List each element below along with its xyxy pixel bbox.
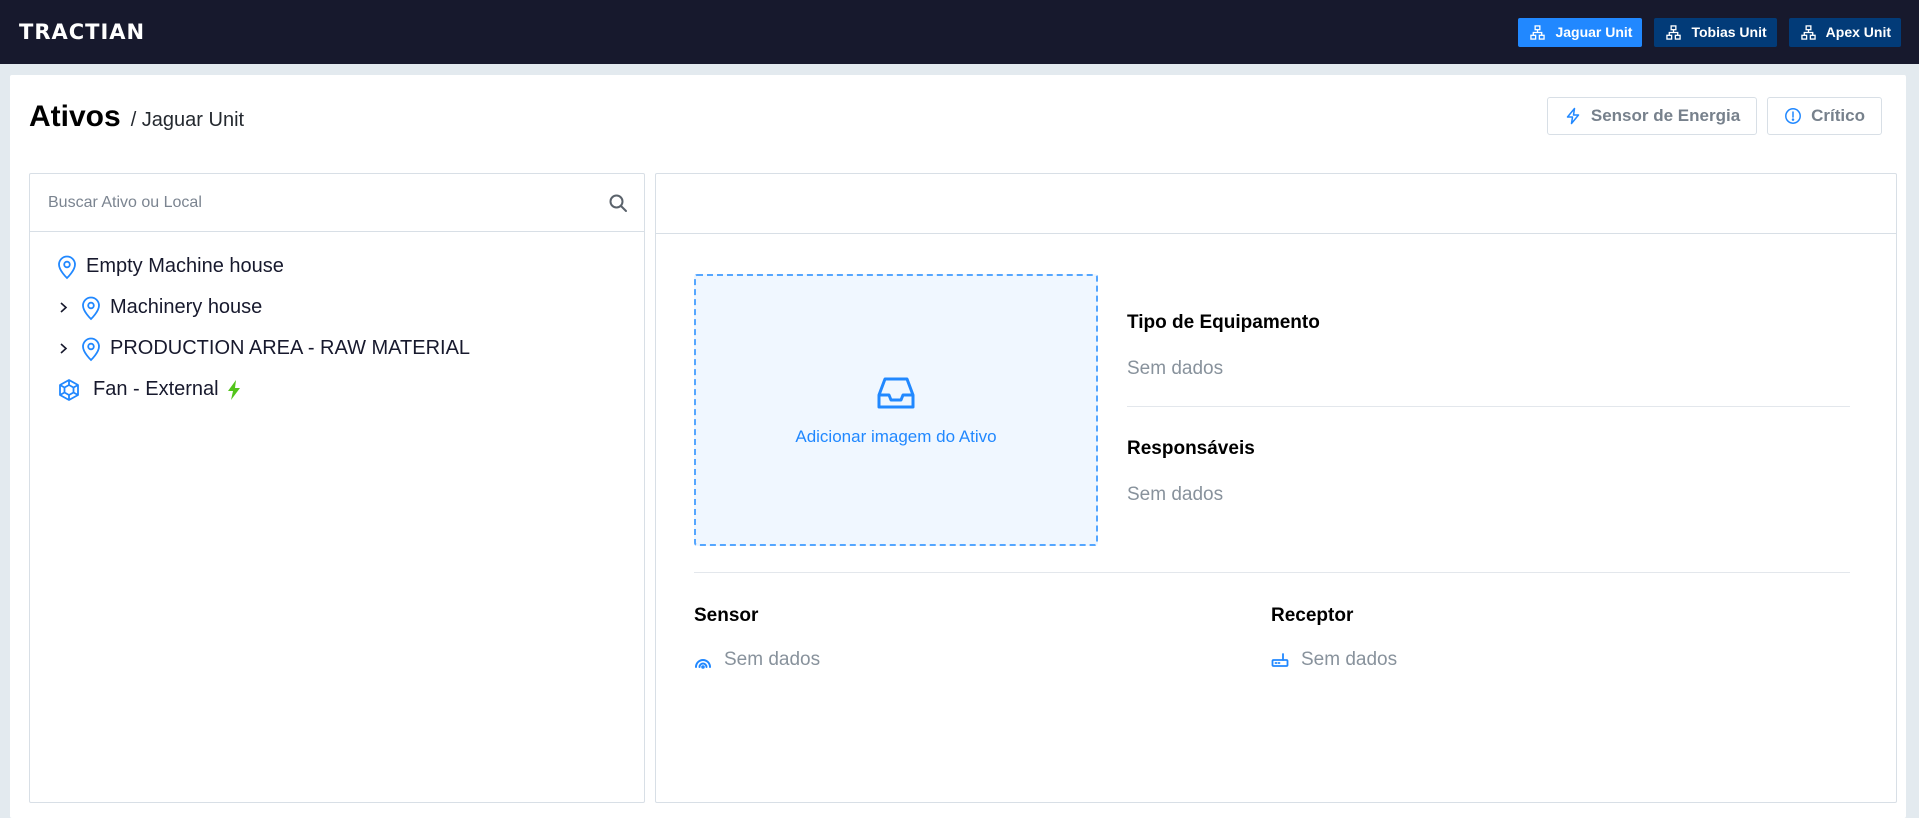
add-asset-image-dropzone[interactable]: Adicionar imagem do Ativo	[694, 274, 1098, 546]
details-header	[656, 174, 1896, 234]
info-circle-icon	[1785, 108, 1802, 124]
energy-sensor-filter-button[interactable]: Sensor de Energia	[1546, 97, 1758, 135]
tractian-logo[interactable]: TRACTIAN	[19, 20, 145, 44]
tree-node-label: Machinery house	[110, 296, 263, 318]
sensor-title: Sensor	[694, 605, 759, 626]
tree-node-empty-machine-house[interactable]: Empty Machine house	[30, 246, 644, 287]
tree-node-fan-external[interactable]: Fan - External	[30, 369, 644, 410]
unit-button-label: Apex Unit	[1825, 24, 1891, 40]
unit-button-tobias[interactable]: Tobias Unit	[1654, 17, 1777, 47]
responsible-section: Responsáveis Sem dados	[1127, 438, 1850, 506]
unit-button-label: Jaguar Unit	[1555, 24, 1633, 40]
divider	[1127, 406, 1850, 407]
add-asset-image-label: Adicionar imagem do Ativo	[795, 427, 997, 446]
unit-tree-icon	[1800, 24, 1816, 40]
divider	[694, 572, 1850, 573]
tree-node-label: Empty Machine house	[86, 255, 284, 277]
equipment-type-value: Sem dados	[1127, 358, 1224, 379]
equipment-type-section: Tipo de Equipamento Sem dados	[1127, 312, 1850, 380]
location-pin-icon	[82, 337, 100, 361]
breadcrumb: / Jaguar Unit	[130, 109, 245, 131]
filter-buttons: Sensor de Energia Crítico	[1546, 97, 1882, 135]
inbox-icon	[877, 377, 915, 409]
energy-status-bolt-icon	[227, 379, 240, 400]
router-icon	[1271, 653, 1289, 667]
equipment-type-title: Tipo de Equipamento	[1127, 312, 1320, 333]
tree-node-machinery-house[interactable]: Machinery house	[30, 287, 644, 328]
assets-card: Ativos / Jaguar Unit Sensor de Energia C…	[10, 75, 1906, 818]
search-bar	[30, 174, 644, 232]
component-icon	[59, 378, 79, 401]
unit-tree-icon	[1666, 24, 1682, 40]
unit-button-label: Tobias Unit	[1691, 24, 1767, 40]
bolt-icon	[1566, 107, 1580, 125]
responsible-value: Sem dados	[1127, 484, 1224, 505]
tree-node-production-area[interactable]: PRODUCTION AREA - RAW MATERIAL	[30, 328, 644, 369]
tree-node-label: Fan - External	[93, 378, 219, 400]
location-pin-icon	[82, 296, 100, 320]
unit-button-apex[interactable]: Apex Unit	[1788, 17, 1901, 47]
tree-node-label: PRODUCTION AREA - RAW MATERIAL	[110, 337, 471, 359]
page-title-area: Ativos / Jaguar Unit	[29, 100, 244, 134]
unit-button-jaguar[interactable]: Jaguar Unit	[1518, 17, 1643, 47]
search-input[interactable]	[48, 193, 608, 212]
critical-filter-button[interactable]: Crítico	[1767, 97, 1882, 135]
energy-sensor-filter-label: Sensor de Energia	[1590, 106, 1741, 125]
chevron-right-icon[interactable]	[57, 342, 70, 355]
receiver-section: Receptor Sem dados	[1271, 605, 1397, 671]
asset-details-panel: Adicionar imagem do Ativo Tipo de Equipa…	[655, 173, 1897, 803]
receiver-title: Receptor	[1271, 605, 1354, 626]
location-pin-icon	[58, 255, 76, 279]
asset-tree-panel: Empty Machine house Machinery house PROD	[29, 173, 645, 803]
sensor-value: Sem dados	[724, 649, 821, 670]
search-icon[interactable]	[608, 193, 628, 213]
receiver-value-row: Sem dados	[1271, 649, 1397, 671]
chevron-right-icon[interactable]	[57, 301, 70, 314]
sensor-section: Sensor Sem dados	[694, 605, 820, 671]
unit-tree-icon	[1530, 24, 1546, 40]
sensor-value-row: Sem dados	[694, 649, 820, 671]
unit-selector: Jaguar Unit Tobias Unit Apex Unit	[1518, 17, 1901, 47]
critical-filter-label: Crítico	[1811, 106, 1865, 125]
wifi-signal-icon	[695, 659, 711, 669]
receiver-value: Sem dados	[1301, 649, 1398, 670]
responsible-title: Responsáveis	[1127, 438, 1255, 459]
asset-tree: Empty Machine house Machinery house PROD	[30, 232, 644, 410]
top-bar: TRACTIAN Jaguar Unit Tobias Unit Apex Un…	[0, 0, 1919, 64]
page-title: Ativos	[29, 100, 121, 133]
